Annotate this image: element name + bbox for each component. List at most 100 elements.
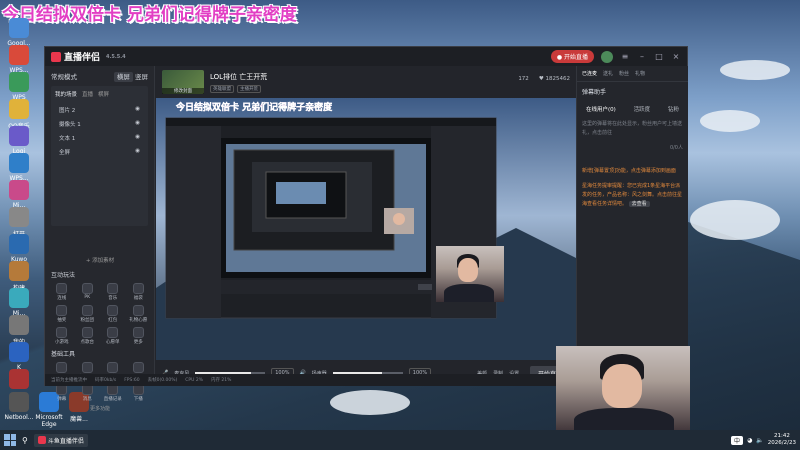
desktop-icon[interactable]: Kuwo bbox=[2, 234, 36, 263]
tool-button[interactable]: 抽奖 bbox=[49, 305, 75, 323]
tool-label: 粉丝团 bbox=[80, 318, 95, 323]
tool-label: 音乐 bbox=[108, 296, 118, 301]
scene-tab[interactable]: 横屏 bbox=[98, 90, 109, 98]
activity-tab[interactable]: 活跃度 bbox=[634, 105, 651, 113]
stream-preview[interactable]: 今日结拟双倍卡 兄弟们记得牌子亲密度 bbox=[156, 98, 576, 360]
desktop-icon[interactable]: Logi bbox=[2, 126, 36, 155]
source-item[interactable]: 图片 2 ◉ bbox=[55, 103, 144, 117]
desktop-icon[interactable]: Netbool... bbox=[2, 392, 36, 421]
interact-title: 互动玩法 bbox=[51, 272, 76, 279]
right-tab[interactable]: 送礼 bbox=[603, 70, 613, 77]
network-icon[interactable]: ◕ bbox=[747, 437, 752, 444]
windows-start-icon[interactable] bbox=[4, 434, 16, 446]
cloud bbox=[700, 110, 760, 132]
desktop-icon[interactable]: WPS bbox=[2, 72, 36, 101]
scene-label: 我的场景 bbox=[55, 92, 78, 98]
eye-icon[interactable]: ◉ bbox=[135, 134, 140, 142]
left-panel: 常规模式 横屏 竖屏 我的场景 直播 横屏 图片 2 ◉ 摄像头 1 ◉ 文本 1 ◉ 全屏… bbox=[45, 66, 155, 412]
desktop-icon[interactable]: K bbox=[2, 342, 36, 371]
desktop-icon[interactable]: WPS... bbox=[2, 45, 36, 74]
more-functions-link[interactable]: 更多功能 bbox=[45, 405, 155, 412]
app-icon bbox=[9, 261, 29, 281]
right-tab[interactable]: 礼物 bbox=[635, 70, 645, 77]
close-icon[interactable]: × bbox=[671, 52, 681, 62]
eye-icon[interactable]: ◉ bbox=[135, 148, 140, 156]
tool-button[interactable]: 直播记录 bbox=[100, 384, 126, 402]
app-icon bbox=[9, 72, 29, 92]
ime-indicator[interactable]: 中 bbox=[731, 435, 744, 445]
add-source-button[interactable]: + 添加素材 bbox=[51, 256, 149, 264]
cover-label: 修改封面 bbox=[162, 88, 204, 94]
tool-label: 点歌台 bbox=[80, 340, 95, 345]
tool-button[interactable]: 消息 bbox=[75, 384, 101, 402]
maximize-icon[interactable]: □ bbox=[654, 52, 664, 62]
tool-icon bbox=[56, 305, 68, 316]
app-titlebar: 直播伴侣 4.5.5.4 ● 开始直播 ≡ – □ × bbox=[45, 47, 687, 66]
tool-button[interactable]: 礼物心愿 bbox=[126, 305, 152, 323]
preview-camera bbox=[436, 246, 504, 302]
app-icon bbox=[9, 315, 29, 335]
tool-button[interactable]: 红包 bbox=[100, 305, 126, 323]
tool-icon bbox=[132, 362, 144, 373]
user-avatar[interactable] bbox=[601, 50, 613, 63]
interact-tools: 连线 PK 音乐 福袋抽奖 粉丝团 红包 礼物心愿小游戏 点歌台 心愿单 更多 bbox=[45, 283, 155, 345]
tool-icon bbox=[56, 362, 68, 373]
app-icon bbox=[9, 207, 29, 227]
desktop-icon-label: 魔兽... bbox=[70, 416, 88, 423]
app-logo: 直播伴侣 4.5.5.4 bbox=[51, 50, 126, 63]
go-live-button[interactable]: ● 开始直播 bbox=[550, 50, 594, 63]
desktop-icon[interactable]: Mi... bbox=[2, 288, 36, 317]
eye-icon[interactable]: ◉ bbox=[135, 120, 140, 128]
tool-button[interactable]: 弹幕 bbox=[49, 384, 75, 402]
search-icon[interactable]: ⚲ bbox=[22, 436, 28, 445]
desktop-icon[interactable]: Mi... bbox=[2, 180, 36, 209]
desktop-icon[interactable]: WPS... bbox=[2, 153, 36, 182]
volume-icon[interactable]: 🔈 bbox=[756, 437, 763, 444]
tool-button[interactable]: 更多 bbox=[126, 327, 152, 345]
tool-button[interactable]: 福袋 bbox=[126, 283, 152, 301]
tool-button[interactable]: PK bbox=[75, 283, 101, 301]
minimize-icon[interactable]: – bbox=[637, 52, 647, 62]
mode-tab-landscape[interactable]: 横屏 bbox=[113, 72, 133, 82]
room-tag[interactable]: 主播开荒 bbox=[237, 84, 261, 93]
mode-header: 常规模式 横屏 竖屏 bbox=[45, 66, 154, 86]
diamond-fans-tab[interactable]: 钻粉 bbox=[668, 105, 679, 113]
online-users-tab[interactable]: 在线用户(0) bbox=[586, 105, 616, 113]
tool-button[interactable]: 下播 bbox=[126, 384, 152, 402]
eye-icon[interactable]: ◉ bbox=[135, 106, 140, 114]
source-item[interactable]: 摄像头 1 ◉ bbox=[55, 117, 144, 131]
room-tags: 英雄联盟 主播开荒 bbox=[210, 84, 267, 93]
tool-label: 心愿单 bbox=[106, 340, 120, 345]
tool-button[interactable]: 小游戏 bbox=[49, 327, 75, 345]
tool-button[interactable]: 心愿单 bbox=[100, 327, 126, 345]
tool-label: 更多 bbox=[133, 340, 143, 345]
tool-icon bbox=[81, 327, 93, 338]
tool-icon bbox=[132, 305, 144, 316]
source-item[interactable]: 全屏 ◉ bbox=[55, 145, 144, 159]
room-cover[interactable]: 修改封面 bbox=[162, 70, 204, 94]
room-tag[interactable]: 英雄联盟 bbox=[210, 84, 234, 93]
right-tab[interactable]: 粉丝 bbox=[619, 70, 629, 77]
room-title[interactable]: LOL排位 亡王开荒 bbox=[210, 72, 267, 82]
danmaku-helper-title: 弹幕助手 bbox=[582, 89, 607, 96]
source-name: 图片 2 bbox=[59, 108, 76, 114]
status-item: 丢帧0(0.00%) bbox=[147, 378, 178, 383]
taskbar-app[interactable]: 斗鱼直播伴侣 bbox=[33, 433, 88, 447]
desktop-icon[interactable]: Googl... bbox=[2, 18, 36, 47]
mode-select[interactable]: 常规模式 bbox=[51, 71, 77, 81]
tool-button[interactable]: 粉丝团 bbox=[75, 305, 101, 323]
app-version: 4.5.5.4 bbox=[106, 53, 126, 60]
scene-tab[interactable]: 直播 bbox=[82, 90, 93, 98]
tool-button[interactable]: 点歌台 bbox=[75, 327, 101, 345]
view-task-button[interactable]: 去查看 bbox=[628, 201, 650, 207]
mode-tab-portrait[interactable]: 竖屏 bbox=[135, 73, 148, 81]
tool-label: 小游戏 bbox=[55, 340, 69, 345]
source-item[interactable]: 文本 1 ◉ bbox=[55, 131, 144, 145]
stream-overlay-title: 今日结拟双倍卡 兄弟们记得牌子亲密度 bbox=[2, 5, 297, 25]
tool-button[interactable]: 连线 bbox=[49, 283, 75, 301]
clock[interactable]: 21:42 2026/2/23 bbox=[768, 433, 796, 447]
right-tab[interactable]: 已连麦 bbox=[582, 70, 597, 77]
app-icon bbox=[9, 234, 29, 254]
menu-icon[interactable]: ≡ bbox=[620, 52, 630, 62]
tool-button[interactable]: 音乐 bbox=[100, 283, 126, 301]
